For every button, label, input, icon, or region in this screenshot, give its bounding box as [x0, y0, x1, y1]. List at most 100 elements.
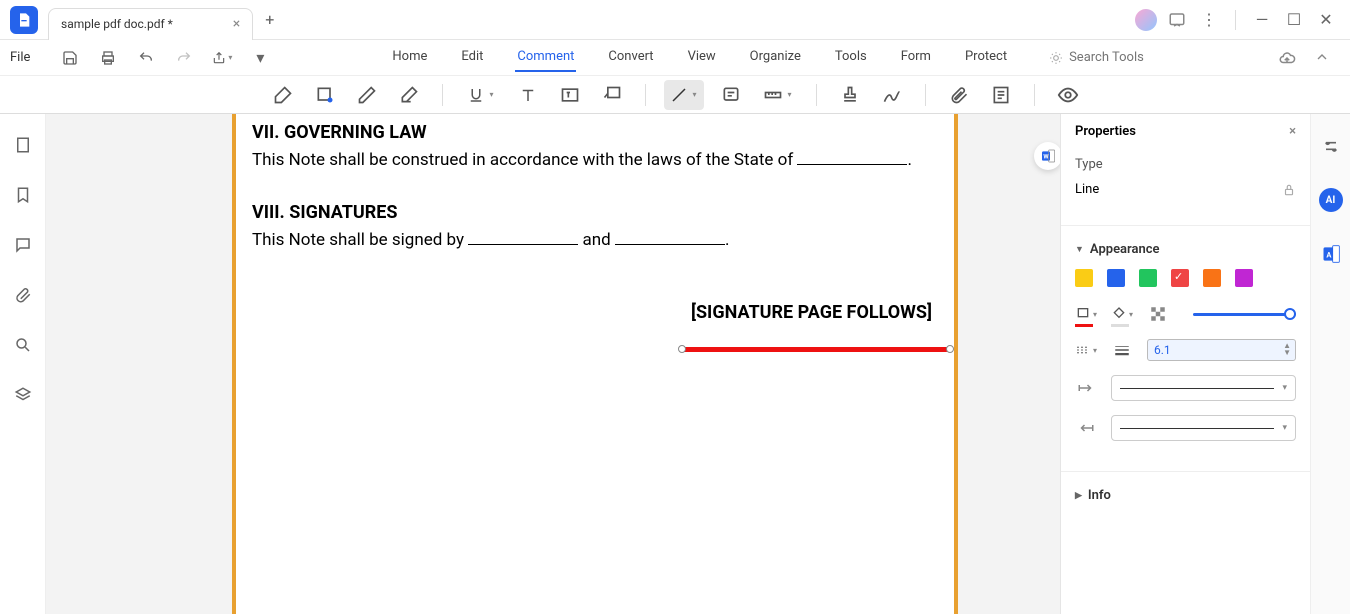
cloud-icon[interactable]: [1278, 49, 1296, 67]
color-swatch[interactable]: [1139, 269, 1157, 287]
fill-color-icon[interactable]: ▾: [1111, 303, 1133, 325]
heading-signatures: VIII. SIGNATURES: [252, 202, 938, 223]
print-icon[interactable]: [98, 48, 118, 68]
document-tab[interactable]: sample pdf doc.pdf * ×: [48, 8, 253, 40]
left-sidebar: [0, 114, 46, 614]
type-value: Line: [1075, 182, 1099, 197]
layers-icon[interactable]: [12, 384, 34, 406]
document-area[interactable]: VII. GOVERNING LAW This Note shall be co…: [46, 114, 1060, 614]
opacity-slider[interactable]: [1193, 313, 1296, 316]
save-icon[interactable]: [60, 48, 80, 68]
more-menu-icon[interactable]: ⋮: [1197, 8, 1221, 32]
heading-governing-law: VII. GOVERNING LAW: [252, 122, 938, 143]
menu-tabs: Home Edit Comment Convert View Organize …: [390, 43, 1009, 72]
settings-rail-icon[interactable]: [1319, 134, 1343, 158]
page: VII. GOVERNING LAW This Note shall be co…: [232, 114, 958, 614]
tab-convert[interactable]: Convert: [606, 43, 655, 72]
close-window-button[interactable]: ✕: [1314, 8, 1338, 32]
comment-toolbar: ▾ ▾ ▾: [0, 76, 1350, 114]
close-tab-icon[interactable]: ×: [233, 16, 240, 32]
pencil-tool-icon[interactable]: [352, 80, 382, 110]
signature-tool-icon[interactable]: [877, 80, 907, 110]
minimize-button[interactable]: —: [1250, 8, 1274, 32]
color-swatch[interactable]: [1203, 269, 1221, 287]
info-section-header[interactable]: ▶Info: [1075, 488, 1296, 503]
word-rail-icon[interactable]: A: [1319, 242, 1343, 266]
signature-page-follows: [SIGNATURE PAGE FOLLOWS]: [252, 302, 932, 323]
textbox-tool-icon[interactable]: [555, 80, 585, 110]
avatar[interactable]: [1135, 9, 1157, 31]
right-rail: AI A: [1310, 114, 1350, 614]
search-tools[interactable]: [1049, 50, 1169, 65]
attachments-panel-icon[interactable]: [12, 284, 34, 306]
stroke-color-icon[interactable]: ▾: [1075, 303, 1097, 325]
eraser-tool-icon[interactable]: [394, 80, 424, 110]
note-tool-icon[interactable]: [716, 80, 746, 110]
color-swatch[interactable]: [1235, 269, 1253, 287]
callout-tool-icon[interactable]: [597, 80, 627, 110]
text-tool-icon[interactable]: [513, 80, 543, 110]
collapse-ribbon-icon[interactable]: [1314, 49, 1330, 67]
hide-comments-icon[interactable]: [1053, 80, 1083, 110]
tab-view[interactable]: View: [686, 43, 718, 72]
feedback-icon[interactable]: [1165, 8, 1189, 32]
menubar: File ▾ ▾ Home Edit Comment Convert View …: [0, 40, 1350, 76]
color-swatch[interactable]: [1171, 269, 1189, 287]
line-end-dropdown[interactable]: ▾: [1111, 415, 1296, 441]
titlebar: sample pdf doc.pdf * × + ⋮ — ☐ ✕: [0, 0, 1350, 40]
file-menu[interactable]: File: [10, 50, 30, 65]
app-icon[interactable]: [10, 6, 38, 34]
stamp-tool-icon[interactable]: [835, 80, 865, 110]
measure-tool-icon[interactable]: ▾: [758, 80, 798, 110]
customize-qat-icon[interactable]: ▾: [250, 48, 270, 68]
convert-to-word-icon[interactable]: W: [1034, 142, 1060, 170]
tab-organize[interactable]: Organize: [748, 43, 803, 72]
tab-edit[interactable]: Edit: [459, 43, 485, 72]
tab-form[interactable]: Form: [899, 43, 933, 72]
color-swatch[interactable]: [1075, 269, 1093, 287]
line-style-icon[interactable]: ▾: [1075, 339, 1097, 361]
tab-tools[interactable]: Tools: [833, 43, 869, 72]
ai-rail-icon[interactable]: AI: [1319, 188, 1343, 212]
comment-list-icon[interactable]: [986, 80, 1016, 110]
tab-comment[interactable]: Comment: [515, 43, 576, 72]
tab-protect[interactable]: Protect: [963, 43, 1009, 72]
color-swatch[interactable]: [1107, 269, 1125, 287]
line-handle-left[interactable]: [678, 345, 686, 353]
bookmarks-icon[interactable]: [12, 184, 34, 206]
quick-access-toolbar: ▾ ▾: [60, 48, 270, 68]
line-start-icon: [1075, 377, 1097, 399]
comments-panel-icon[interactable]: [12, 234, 34, 256]
color-swatches: [1075, 269, 1296, 287]
area-highlight-icon[interactable]: [310, 80, 340, 110]
opacity-icon[interactable]: [1147, 303, 1169, 325]
thickness-icon: [1111, 339, 1133, 361]
thickness-input[interactable]: ▲▼: [1147, 339, 1296, 361]
search-panel-icon[interactable]: [12, 334, 34, 356]
redo-icon[interactable]: [174, 48, 194, 68]
line-start-dropdown[interactable]: ▾: [1111, 375, 1296, 401]
thumbnails-icon[interactable]: [12, 134, 34, 156]
appearance-section-header[interactable]: ▼Appearance: [1075, 242, 1296, 257]
lock-icon[interactable]: [1282, 183, 1296, 197]
line-end-icon: [1075, 417, 1097, 439]
line-tool-icon[interactable]: ▾: [664, 80, 704, 110]
tab-title: sample pdf doc.pdf *: [61, 17, 173, 31]
maximize-button[interactable]: ☐: [1282, 8, 1306, 32]
close-properties-icon[interactable]: ×: [1289, 124, 1296, 139]
paragraph-signatures: This Note shall be signed by and .: [252, 227, 938, 254]
attachment-tool-icon[interactable]: [944, 80, 974, 110]
search-input[interactable]: [1069, 50, 1169, 65]
line-handle-right[interactable]: [946, 345, 954, 353]
highlight-tool-icon[interactable]: [268, 80, 298, 110]
line-annotation[interactable]: [682, 347, 948, 352]
tab-home[interactable]: Home: [390, 43, 429, 72]
paragraph-governing-law: This Note shall be construed in accordan…: [252, 147, 938, 174]
undo-icon[interactable]: [136, 48, 156, 68]
new-tab-button[interactable]: +: [265, 10, 274, 29]
share-icon[interactable]: ▾: [212, 48, 232, 68]
type-label: Type: [1075, 157, 1296, 172]
underline-tool-icon[interactable]: ▾: [461, 80, 501, 110]
properties-panel: Properties × Type Line ▼Appearance ▾ ▾ ▾: [1060, 114, 1310, 614]
properties-title: Properties: [1075, 124, 1136, 139]
